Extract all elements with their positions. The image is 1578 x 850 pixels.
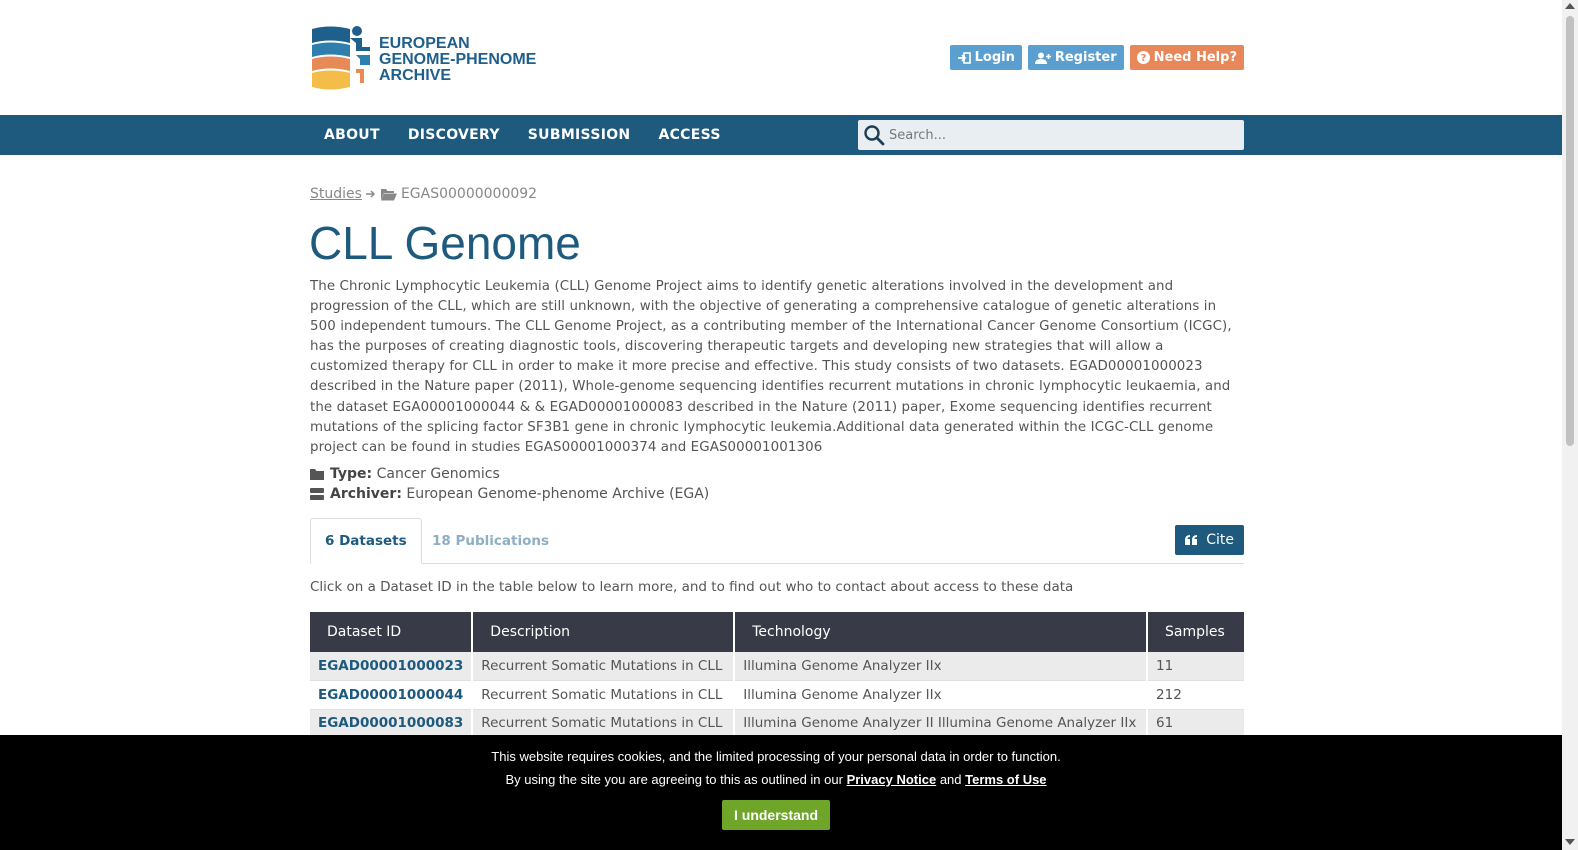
column-header-samples[interactable]: Samples bbox=[1147, 612, 1244, 652]
cookie-banner: This website requires cookies, and the l… bbox=[0, 735, 1562, 850]
cite-label: Cite bbox=[1206, 532, 1234, 548]
svg-text:?: ? bbox=[1140, 53, 1146, 64]
study-archiver: Archiver: European Genome-phenome Archiv… bbox=[310, 486, 709, 502]
register-button[interactable]: Register bbox=[1027, 45, 1124, 70]
cookie-and-text: and bbox=[939, 772, 962, 787]
scrollbar-thumb[interactable] bbox=[1566, 16, 1574, 446]
user-plus-icon bbox=[1034, 52, 1051, 64]
table-header-row: Dataset ID Description Technology Sample… bbox=[310, 612, 1244, 652]
dataset-id-link[interactable]: EGAD00001000023 bbox=[310, 652, 474, 681]
nav-item-access[interactable]: ACCESS bbox=[644, 115, 734, 155]
study-type-value: Cancer Genomics bbox=[376, 466, 500, 482]
header-buttons: Login Register ? Need Help? bbox=[949, 45, 1244, 70]
dataset-samples: 61 bbox=[1147, 709, 1244, 738]
study-archiver-value: European Genome-phenome Archive (EGA) bbox=[406, 486, 710, 502]
privacy-notice-link[interactable]: Privacy Notice bbox=[847, 772, 937, 787]
register-label: Register bbox=[1054, 50, 1117, 65]
logo-line-2: GENOME-PHENOME bbox=[379, 51, 537, 68]
logo-line-1: EUROPEAN bbox=[379, 35, 470, 52]
i-understand-button[interactable]: I understand bbox=[722, 800, 830, 830]
column-header-dataset-id[interactable]: Dataset ID bbox=[310, 612, 474, 652]
datasets-table: Dataset ID Description Technology Sample… bbox=[310, 612, 1244, 738]
search-input[interactable] bbox=[889, 127, 1229, 143]
terms-of-use-link[interactable]: Terms of Use bbox=[965, 772, 1046, 787]
nav-items: ABOUT DISCOVERY SUBMISSION ACCESS bbox=[310, 115, 735, 155]
study-description: The Chronic Lymphocytic Leukemia (CLL) G… bbox=[310, 279, 1232, 455]
nav-item-submission[interactable]: SUBMISSION bbox=[514, 115, 645, 155]
cookie-text-line-2: By using the site you are agreeing to th… bbox=[0, 772, 1552, 787]
study-type-label: Type: bbox=[330, 466, 373, 482]
dataset-samples: 11 bbox=[1147, 652, 1244, 681]
cookie-agree-text: By using the site you are agreeing to th… bbox=[505, 772, 843, 787]
sign-in-icon bbox=[957, 51, 971, 64]
dataset-description: Recurrent Somatic Mutations in CLL bbox=[472, 709, 736, 738]
table-row: EGAD00001000083 Recurrent Somatic Mutati… bbox=[310, 709, 1244, 738]
tab-publications[interactable]: 18 Publications bbox=[418, 518, 563, 564]
ega-logo-text: EUROPEAN GENOME-PHENOME ARCHIVE bbox=[379, 36, 536, 84]
table-row: EGAD00001000044 Recurrent Somatic Mutati… bbox=[310, 680, 1244, 710]
need-help-button[interactable]: ? Need Help? bbox=[1129, 45, 1244, 70]
arrow-right-icon bbox=[365, 190, 375, 198]
quote-icon bbox=[1185, 535, 1198, 545]
need-help-label: Need Help? bbox=[1153, 50, 1237, 65]
logo-line-3: ARCHIVE bbox=[379, 67, 452, 84]
login-button[interactable]: Login bbox=[949, 45, 1022, 70]
dataset-technology: Illumina Genome Analyzer II Illumina Gen… bbox=[734, 709, 1149, 738]
login-label: Login bbox=[974, 50, 1015, 65]
search-box bbox=[858, 120, 1244, 150]
study-tabs: 6 Datasets 18 Publications Cite bbox=[310, 518, 1244, 564]
dataset-description: Recurrent Somatic Mutations in CLL bbox=[472, 652, 736, 681]
dataset-technology: Illumina Genome Analyzer IIx bbox=[734, 652, 1149, 681]
question-circle-icon: ? bbox=[1136, 51, 1150, 64]
cookie-text-line-1: This website requires cookies, and the l… bbox=[491, 749, 1061, 764]
folder-icon bbox=[310, 469, 324, 480]
breadcrumb-current: EGAS00000000092 bbox=[400, 186, 538, 202]
column-header-technology[interactable]: Technology bbox=[734, 612, 1149, 652]
dataset-technology: Illumina Genome Analyzer IIx bbox=[734, 680, 1149, 710]
cite-button[interactable]: Cite bbox=[1175, 525, 1244, 555]
ega-logo-icon bbox=[312, 26, 370, 90]
study-archiver-label: Archiver: bbox=[330, 486, 402, 502]
search-icon[interactable] bbox=[863, 124, 885, 146]
dataset-samples: 212 bbox=[1147, 680, 1244, 710]
dataset-id-link[interactable]: EGAD00001000083 bbox=[310, 709, 474, 738]
nav-item-discovery[interactable]: DISCOVERY bbox=[394, 115, 514, 155]
page-scrollbar[interactable] bbox=[1562, 0, 1578, 850]
breadcrumb-studies-link[interactable]: Studies bbox=[310, 186, 362, 202]
column-header-description[interactable]: Description bbox=[472, 612, 736, 652]
dataset-id-link[interactable]: EGAD00001000044 bbox=[310, 680, 474, 710]
dataset-description: Recurrent Somatic Mutations in CLL bbox=[472, 680, 736, 710]
datasets-hint: Click on a Dataset ID in the table below… bbox=[310, 579, 1074, 595]
scroll-down-arrow-icon[interactable] bbox=[1565, 839, 1575, 845]
study-type: Type: Cancer Genomics bbox=[310, 466, 500, 482]
ega-logo[interactable]: EUROPEAN GENOME-PHENOME ARCHIVE bbox=[310, 25, 550, 95]
site-header: EUROPEAN GENOME-PHENOME ARCHIVE Login Re… bbox=[0, 0, 1562, 115]
server-icon bbox=[310, 488, 324, 500]
page-title: CLL Genome bbox=[309, 217, 581, 269]
folder-open-icon bbox=[380, 188, 397, 200]
table-row: EGAD00001000023 Recurrent Somatic Mutati… bbox=[310, 652, 1244, 681]
main-nav: ABOUT DISCOVERY SUBMISSION ACCESS bbox=[0, 115, 1562, 155]
breadcrumb: Studies EGAS00000000092 bbox=[310, 186, 537, 202]
tab-datasets[interactable]: 6 Datasets bbox=[310, 518, 422, 564]
page: EUROPEAN GENOME-PHENOME ARCHIVE Login Re… bbox=[0, 0, 1562, 850]
scroll-up-arrow-icon[interactable] bbox=[1565, 3, 1575, 9]
nav-item-about[interactable]: ABOUT bbox=[310, 115, 394, 155]
